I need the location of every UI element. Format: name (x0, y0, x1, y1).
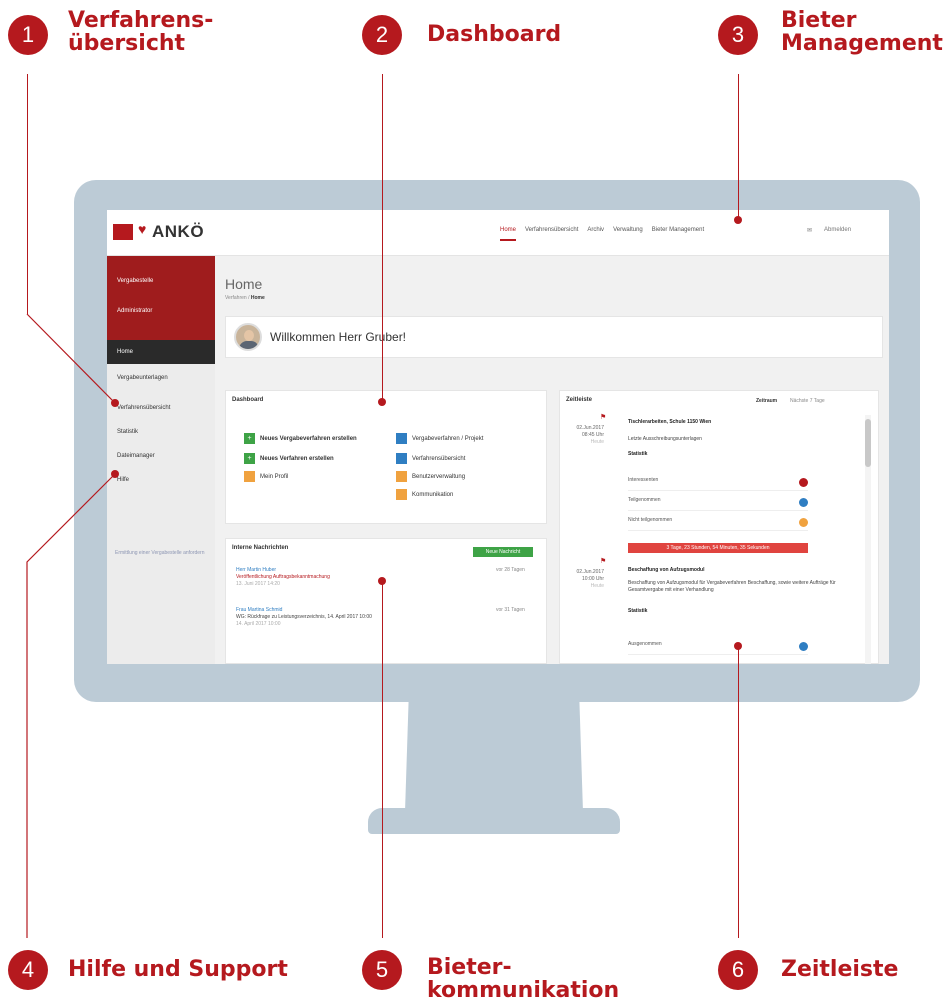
marker-dot-1 (111, 399, 119, 407)
page: 1 Verfahrens- übersicht 2 Dashboard 3 Bi… (0, 0, 949, 1004)
leader-line-2 (382, 74, 383, 402)
marker-dot-4 (111, 470, 119, 478)
marker-dot-5 (378, 577, 386, 585)
marker-dot-2 (378, 398, 386, 406)
marker-dot-6 (734, 642, 742, 650)
leader-line-3 (738, 74, 739, 220)
leader-line-6 (738, 646, 739, 938)
leader-line-5 (382, 580, 383, 938)
marker-dot-3 (734, 216, 742, 224)
leader-lines (26, 313, 116, 938)
